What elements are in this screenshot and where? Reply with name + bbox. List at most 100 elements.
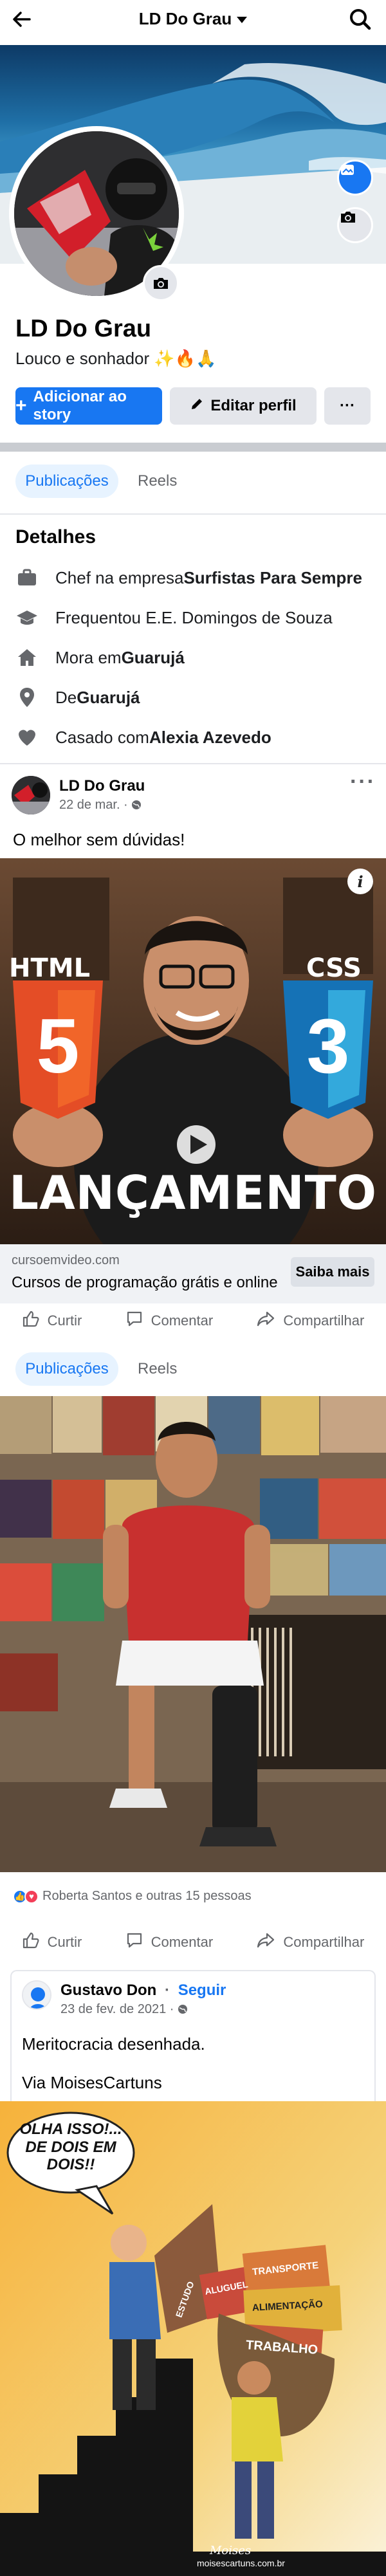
cartoon-credit: moisescartuns.com.br <box>197 2558 285 2568</box>
learn-more-button[interactable]: Saiba mais <box>291 1257 374 1287</box>
details-divider <box>0 763 386 764</box>
header-title-text: LD Do Grau <box>138 9 232 28</box>
share-button-secondary[interactable]: Compartilhar <box>256 1931 364 1953</box>
profile-camera-icon[interactable] <box>143 265 179 301</box>
like-button[interactable]: Curtir <box>22 1310 82 1332</box>
thumbs-up-icon <box>22 1310 40 1332</box>
home-icon <box>15 646 39 669</box>
detail-relationship-prefix: Casado com <box>55 727 149 747</box>
detail-from[interactable]: De Guarujá <box>15 682 140 713</box>
shared-author-avatar[interactable] <box>22 1980 51 2010</box>
shared-text-line1: Meritocracia desenhada. <box>22 2034 205 2054</box>
detail-lives-prefix: Mora em <box>55 647 122 667</box>
location-pin-icon <box>15 686 39 709</box>
share-label-secondary: Compartilhar <box>283 1934 365 1950</box>
shared-text-line2: Via MoisesCartuns <box>22 2073 162 2092</box>
post-image[interactable]: HTML CSS 5 3 LANÇAMENTO i <box>0 858 386 1244</box>
detail-education[interactable]: Frequentou E.E. Domingos de Souza <box>15 602 333 633</box>
details-title: Detalhes <box>15 526 96 547</box>
shared-author-separator: · <box>165 1982 170 1999</box>
launch-banner: LANÇAMENTO <box>9 1166 377 1220</box>
tab-reels[interactable]: Reels <box>138 465 177 498</box>
cartoon-speech: OLHA ISSO!... DE DOIS EM DOIS!! <box>19 2121 122 2174</box>
plus-icon: + <box>15 395 27 416</box>
link-preview[interactable]: cursoemvideo.com Cursos de programação g… <box>0 1244 386 1303</box>
like-label: Curtir <box>47 1312 82 1329</box>
share-button[interactable]: Compartilhar <box>256 1310 364 1332</box>
detail-work-company[interactable]: Surfistas Para Sempre <box>183 568 362 588</box>
tab-posts[interactable]: Publicações <box>15 465 118 498</box>
top-bar: LD Do Grau <box>0 0 386 39</box>
follow-button[interactable]: Seguir <box>178 1982 226 1999</box>
comment-button[interactable]: Comentar <box>125 1310 214 1332</box>
detail-from-prefix: De <box>55 687 77 707</box>
more-options-button[interactable]: ··· <box>324 387 371 425</box>
globe-icon <box>178 2002 188 2016</box>
info-icon[interactable]: i <box>353 872 368 891</box>
share-icon <box>256 1931 275 1953</box>
shared-author-line: Gustavo Don · Seguir <box>60 1982 226 2000</box>
section-divider <box>0 443 386 452</box>
comment-button-secondary[interactable]: Comentar <box>125 1931 214 1953</box>
share-icon <box>256 1310 275 1332</box>
post-actions: Curtir Comentar Compartilhar <box>0 1298 386 1343</box>
tabs-divider <box>0 513 386 515</box>
reactions-summary[interactable]: 👍 ♥ Roberta Santos e outras 15 pessoas <box>13 1889 252 1904</box>
profile-name: LD Do Grau <box>15 315 152 342</box>
detail-work-prefix: Chef na empresa <box>55 567 184 587</box>
comment-label: Comentar <box>151 1312 214 1329</box>
thumbs-up-icon <box>22 1931 40 1953</box>
edit-profile-button[interactable]: Editar perfil <box>170 387 317 425</box>
avatar-frame-icon[interactable] <box>337 160 373 196</box>
profile-bio: Louco e sonhador ✨🔥🙏 <box>15 349 217 368</box>
heart-icon <box>15 726 39 749</box>
comment-icon <box>125 1310 143 1332</box>
reactions-text: Roberta Santos e outras 15 pessoas <box>42 1889 252 1903</box>
shared-date-text: 23 de fev. de 2021 · <box>60 2002 174 2016</box>
link-domain: cursoemvideo.com <box>12 1253 120 1267</box>
post-date-text: 22 de mar. · <box>59 798 128 812</box>
caret-down-icon <box>237 17 248 24</box>
cartoon-signature: Moises <box>210 2544 252 2557</box>
post-author-name[interactable]: LD Do Grau <box>59 777 145 795</box>
love-reaction-icon: ♥ <box>24 1889 39 1904</box>
detail-relationship[interactable]: Casado com Alexia Azevedo <box>15 722 271 753</box>
comment-icon <box>125 1931 143 1953</box>
like-label-secondary: Curtir <box>47 1934 82 1950</box>
detail-relationship-partner[interactable]: Alexia Azevedo <box>149 728 271 748</box>
post-date: 22 de mar. · <box>59 798 142 813</box>
detail-lives[interactable]: Mora em Guarujá <box>15 642 185 673</box>
tab-posts-secondary[interactable]: Publicações <box>15 1352 118 1386</box>
post-options-icon[interactable]: ··· <box>350 769 376 795</box>
add-story-label: Adicionar ao story <box>33 388 127 423</box>
detail-from-city[interactable]: Guarujá <box>77 688 140 708</box>
css3-number: 3 <box>306 1003 350 1089</box>
search-icon[interactable] <box>347 6 373 32</box>
comment-label-secondary: Comentar <box>151 1934 214 1950</box>
cartoon-image[interactable]: OLHA ISSO!... DE DOIS EM DOIS!! TRANSPOR… <box>0 2101 386 2576</box>
css-badge: CSS <box>306 953 362 983</box>
detail-work[interactable]: Chef na empresa Surfistas Para Sempre <box>15 562 362 593</box>
add-story-button[interactable]: + Adicionar ao story <box>15 387 162 425</box>
detail-education-text: Frequentou E.E. Domingos de Souza <box>55 607 333 627</box>
shared-date: 23 de fev. de 2021 · <box>60 2002 188 2017</box>
globe-icon <box>131 798 142 812</box>
graduation-cap-icon <box>15 606 39 629</box>
briefcase-icon <box>15 566 39 589</box>
html-badge: HTML <box>9 953 91 983</box>
cover-camera-icon[interactable] <box>337 207 373 243</box>
post-author-avatar[interactable] <box>12 776 50 814</box>
pencil-icon <box>190 397 204 416</box>
post-photo[interactable] <box>0 1396 386 1872</box>
shared-author-name[interactable]: Gustavo Don <box>60 1982 156 1999</box>
more-options-icon: ··· <box>340 397 355 414</box>
edit-profile-label: Editar perfil <box>210 397 297 414</box>
like-button-secondary[interactable]: Curtir <box>22 1931 82 1953</box>
link-title: Cursos de programação grátis e online <box>12 1274 278 1291</box>
post-actions-secondary: Curtir Comentar Compartilhar <box>0 1920 386 1965</box>
detail-lives-city[interactable]: Guarujá <box>122 648 185 668</box>
share-label: Compartilhar <box>283 1312 365 1329</box>
tab-reels-secondary[interactable]: Reels <box>138 1352 177 1386</box>
header-title[interactable]: LD Do Grau <box>0 9 386 29</box>
post-text: O melhor sem dúvidas! <box>13 830 185 849</box>
